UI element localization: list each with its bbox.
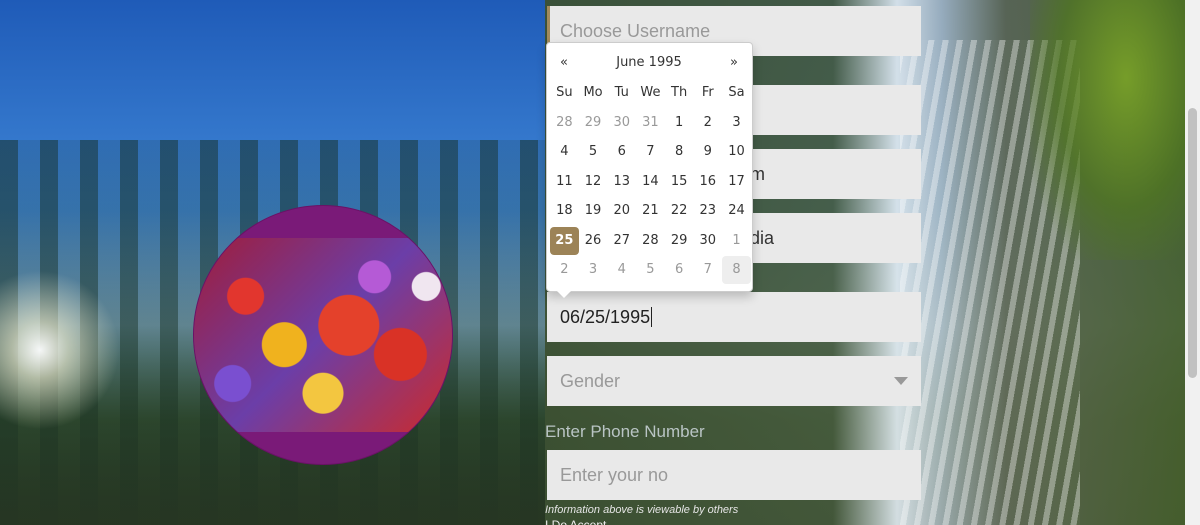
phone-label: Enter Phone Number — [545, 422, 705, 441]
calendar-day[interactable]: 8 — [722, 256, 751, 284]
date-of-birth-input[interactable]: 06/25/1995 — [547, 292, 921, 342]
calendar-day[interactable]: 16 — [693, 168, 722, 196]
datepicker-next-button[interactable]: » — [721, 53, 747, 73]
calendar-day[interactable]: 31 — [636, 109, 665, 137]
field-4-text: dia — [750, 227, 775, 248]
calendar-day[interactable]: 1 — [722, 227, 751, 255]
calendar-day[interactable]: 30 — [607, 109, 636, 137]
week-row: 25 26 27 28 29 30 1 — [550, 226, 751, 257]
week-row: 11 12 13 14 15 16 17 — [550, 168, 751, 198]
weekday-label: Tu — [614, 85, 629, 100]
weekday-label: Sa — [728, 85, 745, 100]
calendar-day[interactable]: 4 — [607, 256, 636, 284]
calendar-day[interactable]: 27 — [607, 227, 636, 255]
calendar-day[interactable]: 24 — [722, 197, 751, 225]
calendar-day[interactable]: 17 — [722, 168, 751, 196]
calendar-day[interactable]: 11 — [550, 168, 579, 196]
calendar-day[interactable]: 6 — [607, 138, 636, 166]
calendar-day[interactable]: 15 — [665, 168, 694, 196]
calendar-day[interactable]: 26 — [579, 227, 608, 255]
calendar-day[interactable]: 2 — [550, 256, 579, 284]
week-row: 18 19 20 21 22 23 24 — [550, 197, 751, 227]
phone-placeholder: Enter your no — [560, 464, 669, 485]
calendar-day[interactable]: 30 — [693, 227, 722, 255]
text-cursor — [651, 307, 653, 327]
calendar-day[interactable]: 20 — [607, 197, 636, 225]
calendar-day[interactable]: 4 — [550, 138, 579, 166]
weekday-label: Su — [556, 85, 573, 100]
datepicker-month-title[interactable]: June 1995 — [587, 53, 711, 73]
scrollbar-thumb[interactable] — [1188, 108, 1197, 378]
calendar-day[interactable]: 5 — [579, 138, 608, 166]
calendar-day[interactable]: 7 — [636, 138, 665, 166]
info-note: Information above is viewable by others — [545, 504, 739, 516]
datepicker-grid: Su Mo Tu We Th Fr Sa 28 29 30 31 1 2 3 4 5 6 7 8 9 10 11 12 13 1… — [550, 79, 751, 286]
calendar-day[interactable]: 10 — [722, 138, 751, 166]
week-row: 4 5 6 7 8 9 10 — [550, 138, 751, 168]
dob-value: 06/25/1995 — [560, 306, 651, 327]
calendar-day[interactable]: 28 — [636, 227, 665, 255]
calendar-day[interactable]: 5 — [636, 256, 665, 284]
calendar-day[interactable]: 12 — [579, 168, 608, 196]
calendar-day[interactable]: 23 — [693, 197, 722, 225]
calendar-day[interactable]: 3 — [722, 109, 751, 137]
weekday-header-row: Su Mo Tu We Th Fr Sa — [550, 79, 751, 109]
datepicker-header: « June 1995 » — [547, 43, 752, 81]
calendar-day[interactable]: 6 — [665, 256, 694, 284]
calendar-day[interactable]: 7 — [693, 256, 722, 284]
chevron-down-icon — [894, 377, 908, 385]
background-foliage — [1030, 0, 1190, 260]
calendar-day[interactable]: 14 — [636, 168, 665, 196]
accept-terms-fragment[interactable]: I Do Accept — [545, 518, 635, 525]
username-placeholder: Choose Username — [560, 20, 711, 41]
calendar-day[interactable]: 29 — [579, 109, 608, 137]
weekday-label: We — [640, 85, 661, 100]
calendar-day[interactable]: 1 — [665, 109, 694, 137]
weekday-label: Th — [671, 85, 688, 100]
calendar-day[interactable]: 8 — [665, 138, 694, 166]
calendar-day[interactable]: 3 — [579, 256, 608, 284]
gender-select[interactable]: Gender — [547, 356, 921, 406]
week-row: 28 29 30 31 1 2 3 — [550, 109, 751, 139]
weekday-label: Fr — [701, 85, 714, 100]
selected-day[interactable]: 25 — [550, 226, 579, 255]
profile-avatar[interactable] — [193, 205, 453, 465]
avatar-photo — [194, 238, 452, 432]
calendar-day[interactable]: 18 — [550, 197, 579, 225]
datepicker-prev-button[interactable]: « — [551, 53, 577, 73]
gender-placeholder: Gender — [560, 370, 621, 391]
weekday-label: Mo — [583, 85, 603, 100]
calendar-day[interactable]: 22 — [665, 197, 694, 225]
calendar-day[interactable]: 28 — [550, 109, 579, 137]
week-row: 2345678 — [550, 256, 751, 286]
calendar-day[interactable]: 9 — [693, 138, 722, 166]
calendar-day[interactable]: 29 — [665, 227, 694, 255]
datepicker-popup: « June 1995 » Su Mo Tu We Th Fr Sa 28 29 30 31 1 2 3 4… — [546, 42, 753, 298]
calendar-day[interactable]: 21 — [636, 197, 665, 225]
phone-input[interactable]: Enter your no — [547, 450, 921, 500]
calendar-day[interactable]: 13 — [607, 168, 636, 196]
calendar-day[interactable]: 2 — [693, 109, 722, 137]
calendar-day[interactable]: 19 — [579, 197, 608, 225]
